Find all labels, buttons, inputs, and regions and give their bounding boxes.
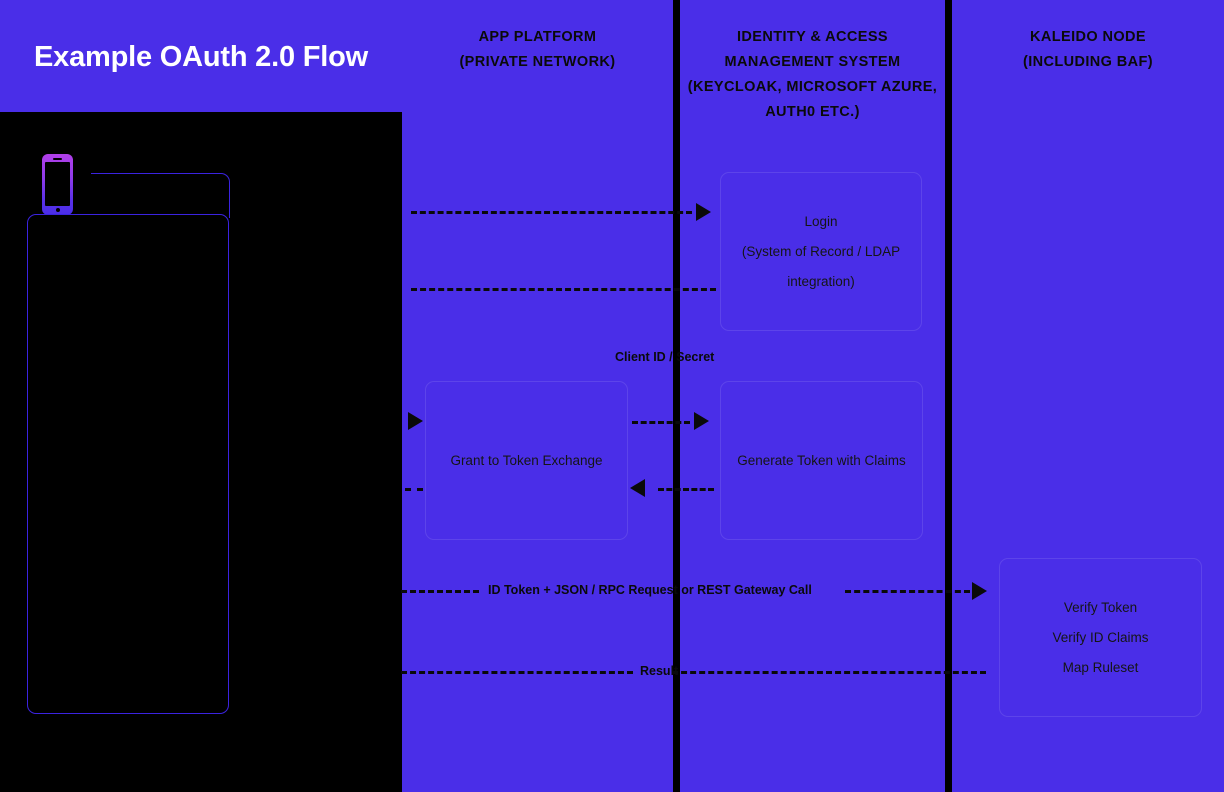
- flow-arrow-icon: [408, 412, 423, 430]
- flow-label-client-id-secret: Client ID / Secret: [615, 350, 715, 364]
- process-box-login[interactable]: Login (System of Record / LDAP integrati…: [720, 172, 922, 331]
- lane-header-line: (PRIVATE NETWORK): [459, 54, 616, 70]
- flow-line-login-request: [411, 211, 692, 214]
- device-viewport-outline: [27, 214, 229, 714]
- flow-line-token-return: [658, 488, 714, 491]
- lane-header-line: KALEIDO NODE: [1030, 29, 1146, 45]
- process-box-grant-to-token-exchange[interactable]: Grant to Token Exchange: [425, 381, 628, 540]
- diagram-title: Example OAuth 2.0 Flow: [34, 41, 368, 73]
- process-box-line: Map Ruleset: [1062, 659, 1139, 675]
- device-connector-line: [91, 173, 230, 218]
- diagram-canvas: Example OAuth 2.0 Flow APP PLATFORM (PRI…: [0, 0, 1224, 792]
- flow-arrow-icon: [696, 203, 711, 221]
- phone-screen: [45, 162, 70, 206]
- flow-line-result-right: [672, 671, 986, 674]
- flow-arrow-icon: [694, 412, 709, 430]
- flow-line-client-id-secret: [632, 421, 690, 424]
- process-box-line: integration): [787, 273, 855, 289]
- lane-header-line: APP PLATFORM: [478, 29, 597, 45]
- mobile-phone-icon: [42, 154, 73, 215]
- lane-header-app-platform: APP PLATFORM (PRIVATE NETWORK): [402, 25, 673, 75]
- process-box-generate-token-with-claims[interactable]: Generate Token with Claims: [720, 381, 923, 540]
- process-box-line: Verify Token: [1063, 599, 1138, 615]
- flow-arrow-icon: [630, 479, 645, 497]
- lane-header-line: AUTH0 ETC.): [765, 104, 860, 120]
- phone-home-button-icon: [55, 208, 60, 212]
- lane-header-line: MANAGEMENT SYSTEM: [724, 54, 901, 70]
- lane-header-line: IDENTITY & ACCESS: [736, 29, 888, 45]
- lane-header-kaleido-node: KALEIDO NODE (INCLUDING BAF): [952, 25, 1224, 75]
- title-banner: Example OAuth 2.0 Flow: [0, 0, 402, 112]
- process-box-line: Generate Token with Claims: [737, 452, 906, 468]
- flow-line-id-token-request-right: [845, 590, 970, 593]
- flow-label-result: Result: [640, 664, 679, 678]
- flow-line-grant-in: [405, 488, 423, 491]
- lane-header-iam-system: IDENTITY & ACCESS MANAGEMENT SYSTEM (KEY…: [680, 25, 945, 125]
- flow-label-id-token-request: ID Token + JSON / RPC Request or REST Ga…: [488, 583, 812, 597]
- phone-speaker-icon: [53, 158, 62, 160]
- flow-arrow-icon: [972, 582, 987, 600]
- lane-header-line: (KEYCLOAK, MICROSOFT AZURE,: [687, 79, 938, 95]
- flow-line-login-response: [411, 288, 716, 291]
- process-box-line: Verify ID Claims: [1052, 629, 1149, 645]
- process-box-verify[interactable]: Verify Token Verify ID Claims Map Rulese…: [999, 558, 1202, 717]
- flow-line-id-token-request-left: [401, 590, 479, 593]
- process-box-line: Grant to Token Exchange: [450, 452, 603, 468]
- lane-header-line: (INCLUDING BAF): [1022, 54, 1154, 70]
- process-box-line: Login: [804, 213, 838, 229]
- flow-line-result-left: [401, 671, 633, 674]
- process-box-line: (System of Record / LDAP: [741, 243, 901, 259]
